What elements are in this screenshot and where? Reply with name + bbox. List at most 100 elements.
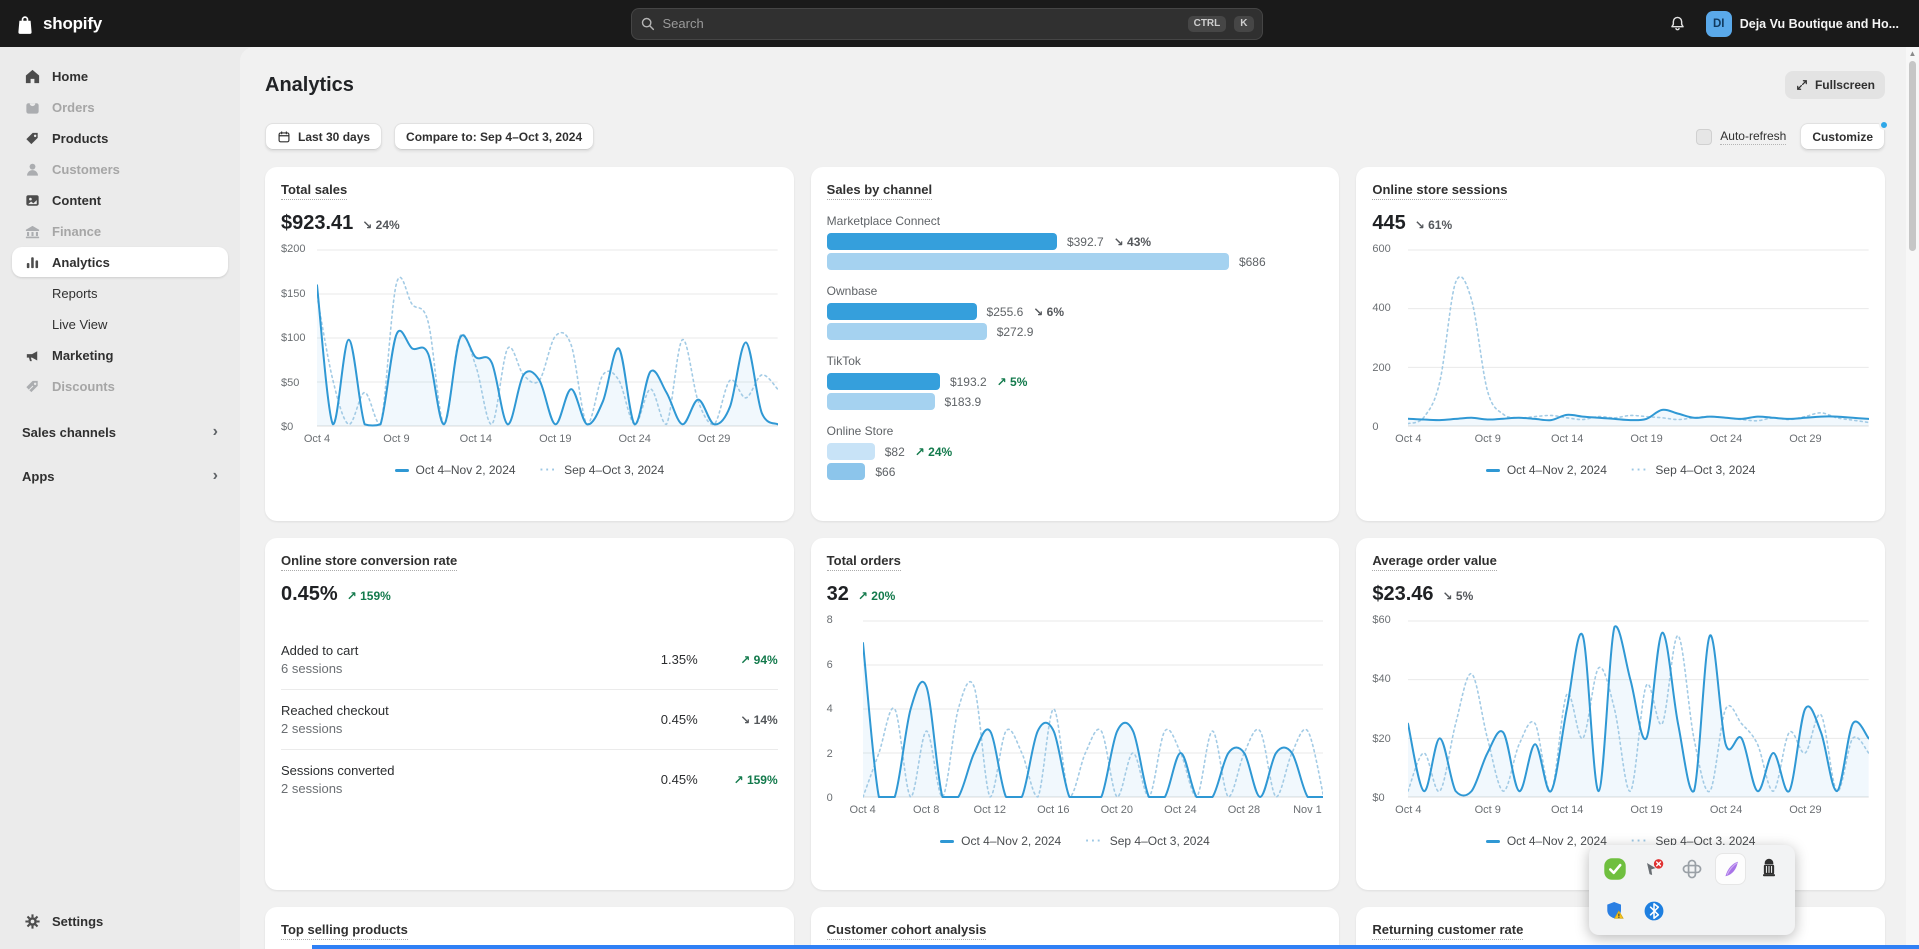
analytics-icon: [22, 254, 42, 271]
sidebar-item-label: Reports: [52, 286, 98, 301]
chart-online-store-sessions: 6004002000: [1372, 249, 1869, 427]
metric-value-row: $923.41↘ 24%: [281, 212, 778, 235]
knot-icon[interactable]: [1677, 854, 1707, 884]
search-input[interactable]: [663, 16, 1180, 31]
metric-value: 445: [1372, 212, 1405, 235]
sidebar-item-label: Orders: [52, 100, 95, 115]
check-badge-icon[interactable]: [1600, 854, 1630, 884]
card-top-selling-products: Top selling products: [265, 907, 794, 949]
metric-delta: ↘ 24%: [362, 218, 399, 232]
auto-refresh-toggle[interactable]: Auto-refresh: [1696, 129, 1786, 145]
sidebar-item-label: Analytics: [52, 255, 110, 270]
shopify-logo[interactable]: shopify: [14, 13, 228, 35]
channel-bar[interactable]: [827, 253, 1229, 270]
channel-bar[interactable]: [827, 443, 875, 460]
sidebar-footer: Settings: [12, 906, 228, 937]
conversion-row-sessions-converted[interactable]: Sessions converted2 sessions0.45%↗ 159%: [281, 749, 778, 809]
chart-legend: Oct 4–Nov 2, 2024···Sep 4–Oct 3, 2024: [1372, 463, 1869, 477]
sidebar-item-reports[interactable]: Reports: [12, 278, 228, 308]
x-axis-labels: Oct 4Oct 9Oct 14Oct 19Oct 24Oct 29: [317, 433, 778, 448]
sidebar-section-label: Apps: [22, 469, 55, 484]
feather-icon[interactable]: [1716, 854, 1746, 884]
sidebar-item-discounts[interactable]: Discounts: [12, 371, 228, 401]
chart-plot-online-store-sessions[interactable]: [1408, 249, 1869, 427]
sidebar-item-live-view[interactable]: Live View: [12, 309, 228, 339]
scrollbar-thumb[interactable]: [1909, 61, 1916, 251]
legend-current-swatch: [1486, 469, 1500, 472]
card-title-top-selling-products[interactable]: Top selling products: [281, 922, 408, 940]
date-range-button[interactable]: Last 30 days: [265, 123, 382, 151]
legend-previous-label: Sep 4–Oct 3, 2024: [1655, 463, 1755, 477]
conversion-row-reached-checkout[interactable]: Reached checkout2 sessions0.45%↘ 14%: [281, 689, 778, 749]
sidebar-item-marketing[interactable]: Marketing: [12, 340, 228, 370]
sidebar-item-home[interactable]: Home: [12, 61, 228, 91]
legend-current-label: Oct 4–Nov 2, 2024: [416, 463, 516, 477]
card-title-customer-cohort-analysis[interactable]: Customer cohort analysis: [827, 922, 987, 940]
channel-bar[interactable]: [827, 233, 1057, 250]
scrollbar-up-arrow[interactable]: ▲: [1909, 49, 1917, 58]
channel-bar[interactable]: [827, 303, 977, 320]
channel-ownbase: Ownbase$255.6↘ 6%$272.9: [827, 284, 1324, 340]
chart-plot-total-orders[interactable]: [863, 620, 1324, 798]
card-title-total-orders[interactable]: Total orders: [827, 553, 901, 571]
card-title-total-sales[interactable]: Total sales: [281, 182, 347, 200]
cards-grid: Total sales$923.41↘ 24%$200$150$100$50$0…: [265, 167, 1885, 949]
customize-button[interactable]: Customize: [1800, 123, 1885, 151]
channel-bar[interactable]: [827, 373, 940, 390]
shopify-bag-icon: [14, 13, 36, 35]
metric-value: $23.46: [1372, 583, 1433, 606]
channel-name: Online Store: [827, 424, 1324, 438]
auto-refresh-checkbox[interactable]: [1696, 129, 1712, 145]
x-axis-labels: Oct 4Oct 9Oct 14Oct 19Oct 24Oct 29: [1408, 433, 1869, 448]
channel-bar-row: $183.9: [827, 393, 1324, 410]
card-title-online-store-sessions[interactable]: Online store sessions: [1372, 182, 1507, 200]
sidebar-item-content[interactable]: Content: [12, 185, 228, 215]
fullscreen-button[interactable]: Fullscreen: [1785, 71, 1885, 99]
sidebar-item-label: Products: [52, 131, 108, 146]
metric-value-row: $23.46↘ 5%: [1372, 583, 1869, 606]
sidebar-item-settings[interactable]: Settings: [12, 906, 228, 936]
sidebar-section-sales-channels[interactable]: Sales channels›: [12, 418, 228, 446]
metric-value: 32: [827, 583, 849, 606]
sidebar-item-finance[interactable]: Finance: [12, 216, 228, 246]
card-title-average-order-value[interactable]: Average order value: [1372, 553, 1497, 571]
sidebar-item-orders[interactable]: Orders: [12, 92, 228, 122]
bluetooth-icon[interactable]: [1639, 896, 1669, 926]
trash-icon[interactable]: [1754, 854, 1784, 884]
channel-bar-delta: ↘ 6%: [1033, 305, 1064, 319]
sidebar-item-customers[interactable]: Customers: [12, 154, 228, 184]
shield-warning-icon[interactable]: [1600, 896, 1630, 926]
customize-notification-dot: [1879, 120, 1889, 130]
conversion-step-label: Added to cart: [281, 643, 606, 658]
sidebar-item-products[interactable]: Products: [12, 123, 228, 153]
channel-bar-delta: ↗ 24%: [915, 445, 952, 459]
card-title-conversion-rate[interactable]: Online store conversion rate: [281, 553, 457, 571]
metric-delta: ↘ 61%: [1415, 218, 1452, 232]
kbd-ctrl: CTRL: [1188, 16, 1227, 32]
channel-bar[interactable]: [827, 323, 987, 340]
channel-bar-delta: ↘ 43%: [1114, 235, 1151, 249]
legend-current-label: Oct 4–Nov 2, 2024: [1507, 834, 1607, 848]
channel-bar[interactable]: [827, 463, 866, 480]
orders-icon: [22, 99, 42, 116]
legend-previous-swatch: ···: [1085, 837, 1103, 845]
chart-average-order-value: $60$40$20$0: [1372, 620, 1869, 798]
metric-value: 0.45%: [281, 583, 338, 606]
chart-plot-average-order-value[interactable]: [1408, 620, 1869, 798]
channel-bar-value: $272.9: [997, 325, 1034, 339]
search-bar[interactable]: CTRL K: [631, 8, 1263, 40]
channel-tiktok: TikTok$193.2↗ 5%$183.9: [827, 354, 1324, 410]
store-menu[interactable]: DI Deja Vu Boutique and Ho...: [1702, 7, 1905, 41]
bell-icon[interactable]: [1665, 9, 1690, 39]
channel-bar-value: $255.6: [987, 305, 1024, 319]
conversion-row-added-to-cart[interactable]: Added to cart6 sessions1.35%↗ 94%: [281, 630, 778, 689]
sidebar-section-apps[interactable]: Apps›: [12, 462, 228, 490]
cursor-error-icon[interactable]: [1639, 854, 1669, 884]
chart-plot-total-sales[interactable]: [317, 249, 778, 427]
card-title-returning-customer-rate[interactable]: Returning customer rate: [1372, 922, 1523, 940]
card-title-sales-by-channel[interactable]: Sales by channel: [827, 182, 933, 200]
compare-button[interactable]: Compare to: Sep 4–Oct 3, 2024: [394, 123, 594, 151]
channel-bar[interactable]: [827, 393, 935, 410]
sidebar-item-analytics[interactable]: Analytics: [12, 247, 228, 277]
calendar-icon: [277, 130, 291, 144]
